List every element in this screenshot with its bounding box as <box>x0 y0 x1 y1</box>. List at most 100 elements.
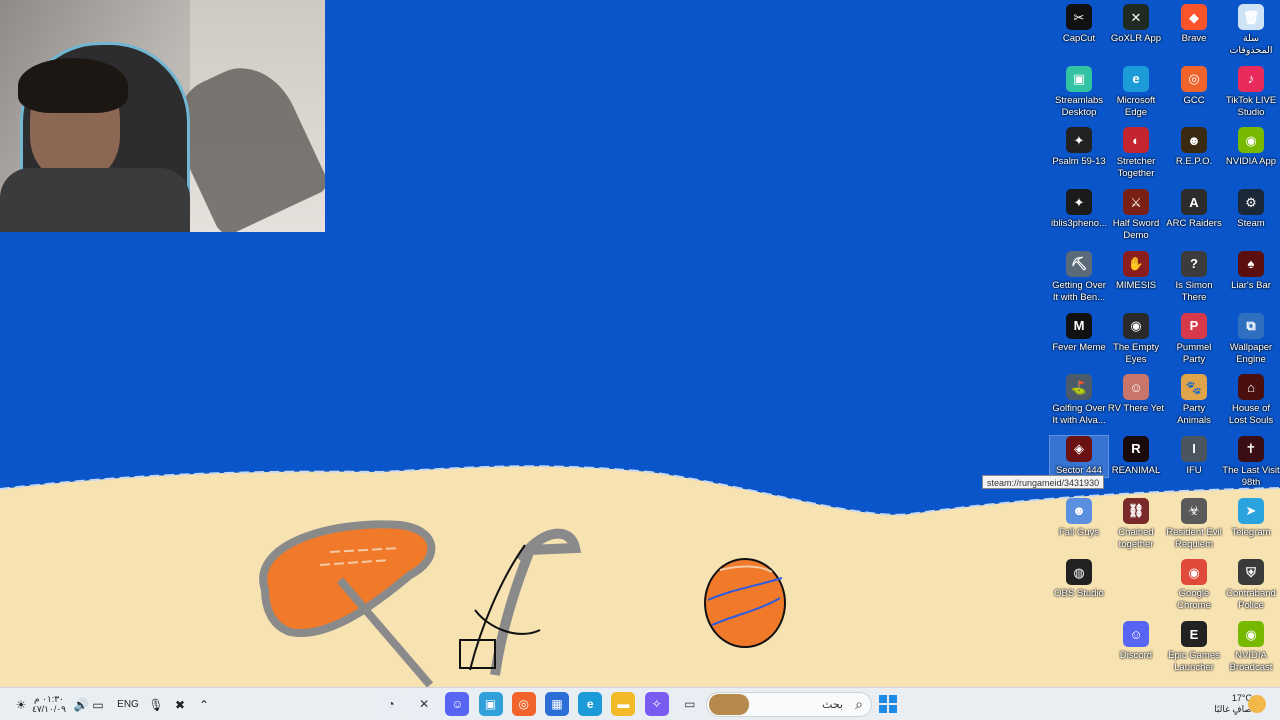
desktop-icon[interactable]: I IFU <box>1165 435 1223 477</box>
desktop-icon[interactable]: e Microsoft Edge <box>1107 65 1165 119</box>
search-icon: ⌕ <box>855 696 863 712</box>
desktop-icon[interactable]: A ARC Raiders <box>1165 189 1223 230</box>
desktop-icon[interactable]: ⛨ Contraband Police <box>1222 559 1280 612</box>
app-icon: ✦ <box>1066 127 1092 154</box>
app-icon: ⚔ <box>1123 189 1149 216</box>
desktop-icon[interactable]: ✂ CapCut <box>1050 4 1108 45</box>
desktop-icon[interactable]: ◉ NVIDIA Broadcast <box>1222 621 1280 674</box>
desktop-icon[interactable]: ✋ MIMESIS <box>1107 250 1165 292</box>
desktop-icon[interactable]: R REANIMAL <box>1107 435 1165 477</box>
icon-tooltip: steam://rungameid/3431930 <box>982 475 1105 489</box>
desktop-icon[interactable]: ▣ Streamlabs Desktop <box>1050 65 1108 119</box>
app-icon: ✋ <box>1123 250 1149 277</box>
search-input[interactable]: بحث ⌕ <box>706 692 872 717</box>
desktop-icon[interactable]: ☺ Discord <box>1107 621 1165 662</box>
app-icon: ♪ <box>1238 65 1264 92</box>
desktop-icon-label: Contraband Police <box>1226 588 1276 612</box>
app-icon: ◉ <box>1238 127 1264 154</box>
desktop-icon[interactable]: P Pummel Party <box>1165 312 1223 366</box>
desktop-icon[interactable]: ◐ Stretcher Together <box>1107 127 1165 180</box>
app-icon: e <box>1123 65 1149 92</box>
muted-speaker-icon[interactable]: ✖ <box>173 694 187 715</box>
desktop-icon[interactable]: ♪ TikTok LIVE Studio <box>1222 65 1280 119</box>
app-icon: 🗑 <box>1238 4 1264 30</box>
app-icon: ☻ <box>1066 497 1092 524</box>
desktop-icon[interactable]: ♠ Liar's Bar <box>1222 250 1280 292</box>
desktop-icon[interactable]: ? Is Simon There <box>1165 250 1223 304</box>
desktop-icon-label: Brave <box>1181 33 1207 44</box>
desktop-icon-label: Fall Guys <box>1058 526 1100 538</box>
desktop-icon[interactable]: ◉ The Empty Eyes <box>1107 312 1165 366</box>
copilot-taskbar-icon[interactable]: ✧ <box>644 692 669 716</box>
desktop-icon-label: NVIDIA Broadcast <box>1229 650 1273 673</box>
desktop-icon[interactable]: 🐾 Party Animals <box>1165 374 1223 427</box>
beach-ball <box>704 558 786 648</box>
desktop-icon-label: سلة المحذوفات <box>1229 33 1273 56</box>
desktop-icon[interactable]: ⛓ Chained together <box>1107 497 1165 551</box>
desktop-icon[interactable]: ◉ Google Chrome <box>1165 559 1223 612</box>
file-explorer-taskbar-icon[interactable]: ▬ <box>611 692 636 716</box>
desktop-icon[interactable]: ➤ Telegram <box>1222 497 1280 539</box>
desktop-icon[interactable]: ◈ Sector 444 <box>1049 434 1109 478</box>
desktop-icon[interactable]: ◎ GCC <box>1165 65 1223 107</box>
desktop-icon[interactable]: ⚙ Steam <box>1222 189 1280 230</box>
desktop-icon[interactable]: E Epic Games Launcher <box>1165 621 1223 674</box>
desktop-icon[interactable]: ◉ NVIDIA App <box>1222 127 1280 168</box>
desktop-icon[interactable]: ⧉ Wallpaper Engine <box>1222 312 1280 366</box>
app-icon: 🐾 <box>1181 374 1207 401</box>
microphone-icon[interactable]: 🎙 <box>148 694 163 715</box>
goxlr-taskbar-icon[interactable]: ✕ <box>412 692 437 716</box>
desktop-icon-label: ARC Raiders <box>1166 218 1222 230</box>
desktop-icon[interactable]: ☻ R.E.P.O. <box>1165 127 1223 168</box>
start-button-windows-icon[interactable] <box>879 695 897 713</box>
volume-icon[interactable]: 🔊 <box>74 694 89 715</box>
desktop-icon-label: GoXLR App <box>1110 33 1162 44</box>
desktop-icon[interactable]: ☣ Resident Evil Requiem <box>1165 497 1223 551</box>
weather-icon[interactable] <box>1248 695 1266 713</box>
desktop-icon[interactable]: ☻ Fall Guys <box>1050 497 1108 539</box>
desktop-icon-label: R.E.P.O. <box>1175 156 1213 168</box>
chevron-up-icon[interactable]: ⌃ <box>197 694 211 715</box>
weather-sun-icon[interactable]: ☀ <box>12 694 30 715</box>
edge-taskbar-icon[interactable]: e <box>578 692 603 716</box>
desktop-icon-label: Wallpaper Engine <box>1229 341 1273 365</box>
desktop-icon[interactable]: ☺ RV There Yet <box>1107 374 1165 415</box>
desktop-icon[interactable]: 🗑 سلة المحذوفات <box>1222 4 1280 57</box>
app-icon: ▣ <box>1066 65 1092 92</box>
desktop-icon[interactable]: M Fever Meme <box>1050 312 1108 354</box>
language-indicator[interactable]: ENG <box>116 694 140 715</box>
desktop-icon-label: Google Chrome <box>1177 588 1211 612</box>
app-icon: ◉ <box>1238 621 1264 647</box>
search-placeholder: بحث <box>822 699 843 711</box>
desktop-icon[interactable]: ◍ OBS Studio <box>1050 559 1108 600</box>
desktop-icon[interactable]: ⛏ Getting Over It with Ben... <box>1050 250 1108 304</box>
store-taskbar-icon[interactable]: ▦ <box>545 692 569 716</box>
desktop-icon-label: RV There Yet <box>1107 403 1165 415</box>
snipping-tool-taskbar-icon[interactable]: ◔ <box>379 692 403 716</box>
desktop-icon-label: MIMESIS <box>1115 279 1157 291</box>
desktop-icon-label: REANIMAL <box>1111 464 1161 476</box>
app-icon: ⌂ <box>1238 374 1264 401</box>
desktop-icon[interactable]: ⚔ Half Sword Demo <box>1107 189 1165 242</box>
desktop-icon[interactable]: ✕ GoXLR App <box>1107 4 1165 45</box>
desktop-icon-label: The Empty Eyes <box>1113 341 1159 365</box>
network-icon[interactable]: ▭ <box>91 694 105 715</box>
desktop-icon[interactable]: ⌂ House of Lost Souls <box>1222 374 1280 427</box>
task-view-taskbar-icon[interactable]: ▭ <box>677 692 702 716</box>
app-icon: ✦ <box>1066 189 1092 216</box>
desktop-icon[interactable]: ✝ The Last Visit 98th <box>1222 435 1280 489</box>
app-icon: ⛳ <box>1066 374 1092 401</box>
desktop-icon[interactable]: ⛳ Golfing Over It with Alva... <box>1050 374 1108 427</box>
desktop-icon-label: Is Simon There <box>1175 279 1213 303</box>
desktop-icon[interactable]: ✦ iblis3pheno... <box>1050 189 1108 230</box>
streamlabs-taskbar-icon[interactable]: ▣ <box>478 692 503 716</box>
desktop-icon[interactable]: ✦ Psalm 59-13 <box>1050 127 1108 168</box>
gcc-taskbar-icon[interactable]: ◎ <box>511 692 536 716</box>
desktop-icon-label: CapCut <box>1062 33 1096 44</box>
desktop-icon[interactable]: ◆ Brave <box>1165 4 1223 45</box>
system-clock[interactable]: ٠١:٣٠ م ٤٧/١٠/٠٩ <box>32 694 66 714</box>
desktop-icon-label: House of Lost Souls <box>1228 403 1274 427</box>
app-icon: ⧉ <box>1238 312 1264 339</box>
weather-widget[interactable]: 17°C صافٍ غالبًا <box>1214 693 1252 715</box>
discord-taskbar-icon[interactable]: ☺ <box>445 692 470 716</box>
